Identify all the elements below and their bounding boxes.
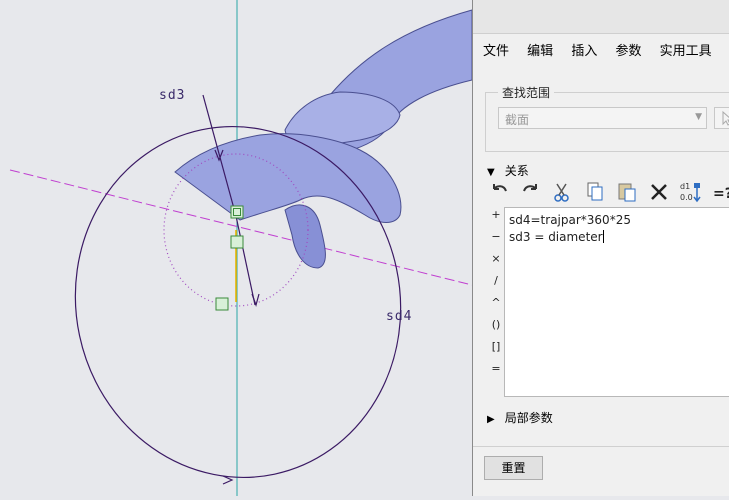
svg-text:0.0: 0.0 (680, 193, 693, 202)
redo-icon[interactable] (519, 180, 543, 204)
operator-minus-button[interactable]: − (487, 230, 505, 243)
dim-label-sd3[interactable]: sd3 (159, 88, 185, 103)
sort-icon[interactable]: d10.0 (679, 180, 703, 204)
menu-utilities[interactable]: 实用工具 (660, 40, 712, 59)
sweep-surface-lower (284, 204, 326, 269)
operator-power-button[interactable]: ^ (487, 296, 505, 309)
collapse-triangle-icon: ▼ (487, 167, 495, 178)
menu-parameters[interactable]: 参数 (615, 40, 641, 59)
operator-plus-button[interactable]: + (487, 208, 505, 221)
operator-divide-button[interactable]: / (487, 274, 505, 287)
start-point-icon (230, 205, 244, 219)
menu-edit[interactable]: 编辑 (527, 40, 553, 59)
scope-group-legend: 查找范围 (498, 84, 555, 101)
scope-group: 查找范围 截面 ▼ (485, 84, 729, 152)
operator-brackets-button[interactable]: [] (487, 340, 505, 353)
undo-icon[interactable] (487, 180, 511, 204)
sd3-dim-line (235, 215, 256, 306)
local-params-section-label: 局部参数 (504, 411, 553, 425)
text-caret (602, 230, 604, 243)
relation-line-text: sd3 = diameter (509, 230, 603, 244)
relation-line-active: sd3 = diameter (509, 230, 604, 244)
expand-triangle-icon: ▶ (487, 414, 495, 425)
scope-select[interactable]: 截面 ▼ (498, 107, 707, 129)
operator-parentheses-button[interactable]: () (487, 318, 505, 331)
copy-icon[interactable] (583, 180, 607, 204)
operator-multiply-button[interactable]: × (487, 252, 505, 265)
cut-icon[interactable] (551, 180, 575, 204)
dim-arrow-icon (251, 293, 260, 307)
svg-text:=?: =? (713, 186, 729, 202)
evaluate-icon[interactable]: =? (711, 180, 729, 204)
relations-editor[interactable]: sd4=trajpar*360*25 sd3 = diameter (504, 207, 729, 397)
menu-insert[interactable]: 插入 (571, 40, 597, 59)
relation-line: sd4=trajpar*360*25 (509, 213, 631, 227)
paste-icon[interactable] (615, 180, 639, 204)
constraint-icon (230, 235, 244, 249)
cursor-icon (722, 110, 729, 126)
relations-dialog: 文件 编辑 插入 参数 实用工具 显 查找范围 截面 ▼ ▼关系 d10.0 =… (472, 0, 729, 496)
relations-section-toggle[interactable]: ▼ 关系 (487, 162, 529, 179)
constraint-icon (215, 297, 229, 311)
select-entity-button[interactable] (714, 107, 729, 129)
local-params-section-toggle[interactable]: ▶ 局部参数 (487, 409, 553, 426)
chevron-down-icon: ▼ (695, 112, 702, 122)
dim-label-sd4[interactable]: sd4 (386, 309, 412, 324)
menu-file[interactable]: 文件 (483, 40, 509, 59)
operator-equals-button[interactable]: = (487, 362, 505, 375)
reset-button[interactable]: 重置 (484, 456, 543, 480)
footer-divider (473, 446, 729, 447)
scope-select-value: 截面 (505, 113, 530, 127)
dialog-titlebar[interactable] (473, 0, 729, 34)
delete-icon[interactable] (647, 180, 671, 204)
relations-section-label: 关系 (504, 164, 529, 178)
menu-bar: 文件 编辑 插入 参数 实用工具 显 (483, 40, 729, 62)
svg-text:d1: d1 (680, 182, 690, 191)
